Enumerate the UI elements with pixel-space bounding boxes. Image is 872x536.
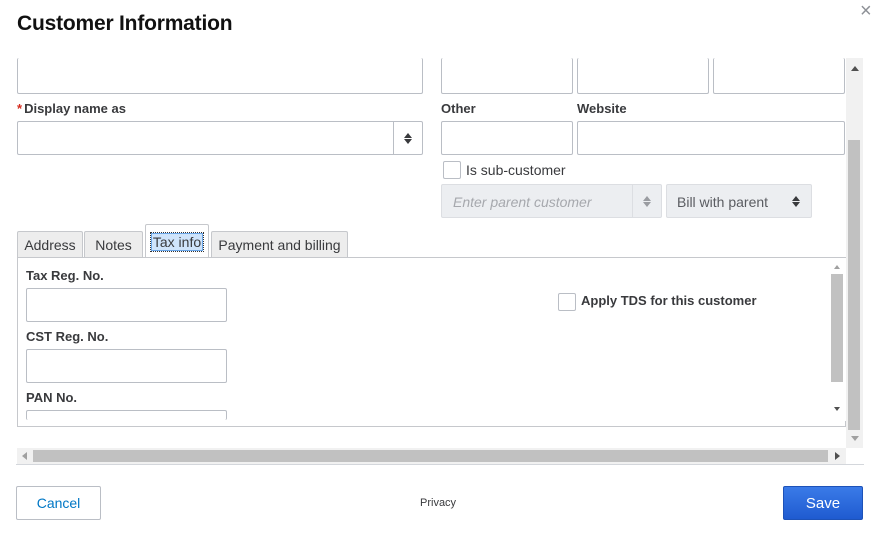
dialog-title: Customer Information <box>17 12 233 35</box>
scroll-up-icon[interactable] <box>834 265 840 269</box>
scroll-up-icon[interactable] <box>851 66 859 71</box>
bill-with-select[interactable]: Bill with parent <box>666 184 812 218</box>
parent-customer-dropdown-toggle[interactable] <box>632 185 661 217</box>
required-marker: * <box>17 101 23 116</box>
scroll-left-icon[interactable] <box>22 452 27 460</box>
tab-address-label: Address <box>24 237 76 253</box>
display-name-label-text: Display name as <box>24 101 126 116</box>
dialog-horizontal-scrollbar[interactable] <box>17 448 846 464</box>
tax-reg-field[interactable] <box>26 288 227 322</box>
updown-arrow-icon <box>404 132 412 144</box>
website-field[interactable] <box>577 121 845 155</box>
sub-customer-checkbox[interactable] <box>443 161 461 179</box>
pan-label: PAN No. <box>26 390 78 405</box>
scroll-down-icon[interactable] <box>851 436 859 441</box>
tax-info-panel: Tax Reg. No. CST Reg. No. PAN No. Apply … <box>17 257 846 427</box>
updown-arrow-icon <box>792 195 800 207</box>
apply-tds-checkbox[interactable] <box>558 293 576 311</box>
cancel-button[interactable]: Cancel <box>16 486 101 520</box>
tab-payment-billing[interactable]: Payment and billing <box>211 231 348 258</box>
dialog-scroll-thumb[interactable] <box>848 140 860 430</box>
save-button[interactable]: Save <box>783 486 863 520</box>
address-line-field[interactable] <box>17 58 423 94</box>
privacy-link[interactable]: Privacy <box>420 497 456 509</box>
parent-customer-placeholder: Enter parent customer <box>453 194 592 210</box>
tab-tax-info[interactable]: Tax info <box>145 224 209 258</box>
phone-field[interactable] <box>441 58 573 94</box>
updown-arrow-icon <box>643 195 651 207</box>
cst-reg-field[interactable] <box>26 349 227 383</box>
close-icon[interactable]: × <box>860 1 872 21</box>
tab-tax-info-label: Tax info <box>149 231 205 252</box>
parent-customer-select[interactable]: Enter parent customer <box>441 184 662 218</box>
mobile-field[interactable] <box>577 58 709 94</box>
fax-field[interactable] <box>713 58 845 94</box>
tab-payment-billing-label: Payment and billing <box>218 237 341 253</box>
cst-reg-label: CST Reg. No. <box>26 329 109 344</box>
display-name-dropdown-toggle[interactable] <box>393 122 422 154</box>
panel-scroll-thumb[interactable] <box>831 274 843 382</box>
scroll-down-icon[interactable] <box>834 407 840 411</box>
other-field[interactable] <box>441 121 573 155</box>
tab-notes[interactable]: Notes <box>84 231 143 258</box>
footer-divider <box>16 464 864 465</box>
other-label: Other <box>441 101 476 116</box>
scroll-right-icon[interactable] <box>835 452 840 460</box>
display-name-select[interactable] <box>17 121 423 155</box>
dialog-vertical-scrollbar[interactable] <box>846 58 863 448</box>
apply-tds-label: Apply TDS for this customer <box>581 293 757 308</box>
tax-reg-label: Tax Reg. No. <box>26 268 104 283</box>
sub-customer-label: Is sub-customer <box>466 162 566 178</box>
pan-field[interactable] <box>26 410 227 420</box>
website-label: Website <box>577 101 627 116</box>
display-name-label: * Display name as <box>17 101 126 116</box>
tab-notes-label: Notes <box>95 237 132 253</box>
bill-with-value: Bill with parent <box>677 194 769 210</box>
horizontal-scroll-thumb[interactable] <box>33 450 828 462</box>
tab-address[interactable]: Address <box>17 231 83 258</box>
bill-with-dropdown-toggle[interactable] <box>792 185 800 217</box>
panel-vertical-scrollbar[interactable] <box>829 258 846 421</box>
